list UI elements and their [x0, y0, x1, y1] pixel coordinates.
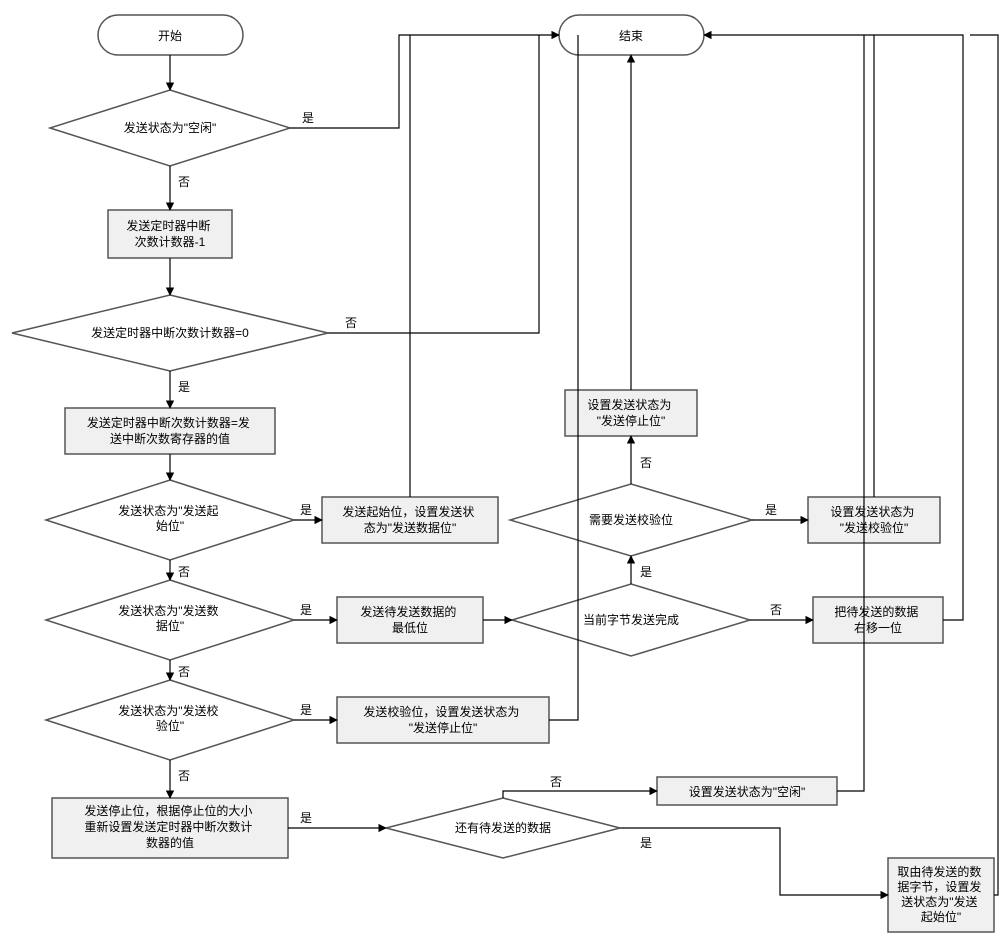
process-counter-reload-l2: 送中断次数寄存器的值 — [110, 431, 230, 446]
lbl-idle-no: 否 — [178, 175, 190, 189]
process-send-parity: 发送校验位，设置发送状态为 "发送停止位" — [337, 697, 549, 743]
dec-start-bit-l1: 发送状态为"发送起 — [118, 503, 218, 518]
start-label: 开始 — [158, 29, 182, 43]
decision-state-start-bit: 发送状态为"发送起 始位" — [46, 480, 294, 560]
proc-set-stop-l2: "发送停止位" — [597, 413, 666, 428]
process-shift-right: 把待发送的数据 右移一位 — [813, 597, 943, 643]
decision-state-idle-text: 发送状态为"空闲" — [124, 120, 217, 135]
lbl-moredata-no: 否 — [550, 775, 562, 789]
proc-set-stop-l1: 设置发送状态为 — [587, 397, 671, 412]
lbl-databit-no: 否 — [178, 665, 190, 679]
edge-moredata-no-setidle — [503, 791, 657, 798]
edge-fetch-up — [970, 35, 998, 895]
proc-set-parity-l1: 设置发送状态为 — [830, 504, 914, 519]
dec-data-bit-l2: 据位" — [156, 618, 184, 633]
decision-counter-zero-text: 发送定时器中断次数计数器=0 — [91, 325, 249, 340]
process-fetch-next: 取由待发送的数 据字节，设置发 送状态为"发送 起始位" — [888, 858, 994, 932]
lbl-zero-yes: 是 — [178, 380, 190, 394]
process-set-idle: 设置发送状态为"空闲" — [657, 777, 837, 805]
proc-send-parity-l2: "发送停止位" — [409, 720, 478, 735]
proc-fetch-l2: 据字节，设置发 — [897, 879, 981, 894]
process-set-stop: 设置发送状态为 "发送停止位" — [565, 390, 697, 436]
end-terminator: 结束 — [559, 15, 704, 55]
start-terminator: 开始 — [98, 15, 243, 55]
proc-send-stop-l1: 发送停止位，根据停止位的大小 — [84, 803, 252, 818]
proc-send-stop-l3: 数器的值 — [146, 835, 194, 850]
proc-send-parity-l1: 发送校验位，设置发送状态为 — [363, 704, 519, 719]
decision-state-data-bit: 发送状态为"发送数 据位" — [46, 580, 294, 660]
proc-send-start-l1: 发送起始位，设置发送状 — [342, 504, 474, 519]
proc-set-idle-text: 设置发送状态为"空闲" — [689, 784, 806, 799]
process-send-lowest: 发送待发送数据的 最低位 — [337, 597, 483, 643]
proc-send-start-l2: 态为"发送数据位" — [364, 520, 457, 535]
decision-byte-done-text: 当前字节发送完成 — [583, 612, 679, 627]
lbl-bytedone-yes: 是 — [640, 565, 652, 579]
decision-need-parity: 需要发送校验位 — [510, 484, 752, 556]
proc-shift-right-l1: 把待发送的数据 — [834, 604, 918, 619]
proc-fetch-l1: 取由待发送的数 — [897, 864, 981, 879]
decision-counter-zero: 发送定时器中断次数计数器=0 — [12, 295, 328, 371]
lbl-databit-yes: 是 — [300, 603, 312, 617]
process-counter-reload-l1: 发送定时器中断次数计数器=发 — [87, 415, 250, 430]
proc-shift-right-l2: 右移一位 — [854, 620, 902, 635]
decision-need-parity-text: 需要发送校验位 — [589, 512, 673, 527]
edge-moredata-yes-fetch — [620, 828, 888, 895]
decision-more-data-text: 还有待发送的数据 — [455, 820, 551, 835]
decision-byte-done: 当前字节发送完成 — [512, 584, 750, 656]
lbl-sendstop-yes: 是 — [300, 811, 312, 825]
edge-zero-no-up — [328, 35, 539, 333]
process-counter-dec-l2: 次数计数器-1 — [135, 234, 206, 249]
lbl-needparity-no: 否 — [640, 456, 652, 470]
lbl-idle-yes: 是 — [302, 111, 314, 125]
proc-send-lowest-l2: 最低位 — [392, 620, 428, 635]
dec-start-bit-l2: 始位" — [156, 518, 184, 533]
lbl-needparity-yes: 是 — [765, 503, 777, 517]
dec-data-bit-l1: 发送状态为"发送数 — [118, 603, 218, 618]
process-counter-dec-l1: 发送定时器中断 — [126, 218, 210, 233]
edge-setidle-up — [837, 35, 864, 791]
lbl-zero-no: 否 — [345, 316, 357, 330]
decision-state-idle: 发送状态为"空闲" — [50, 90, 290, 166]
lbl-bytedone-no: 否 — [770, 603, 782, 617]
process-counter-reload: 发送定时器中断次数计数器=发 送中断次数寄存器的值 — [65, 408, 275, 454]
proc-fetch-l3: 送状态为"发送 — [901, 894, 977, 909]
proc-send-stop-l2: 重新设置发送定时器中断次数计 — [84, 819, 252, 834]
process-set-parity: 设置发送状态为 "发送校验位" — [808, 497, 940, 543]
lbl-moredata-yes: 是 — [640, 836, 652, 850]
decision-state-check-bit: 发送状态为"发送校 验位" — [46, 680, 294, 760]
flowchart-canvas: 开始 结束 发送状态为"空闲" 发送定时器中断 次数计数器-1 发送定时器中断次… — [0, 0, 1000, 946]
proc-fetch-l4: 起始位" — [921, 909, 961, 924]
dec-check-bit-l1: 发送状态为"发送校 — [118, 703, 218, 718]
proc-set-parity-l2: "发送校验位" — [840, 520, 909, 535]
end-label: 结束 — [619, 29, 643, 43]
lbl-startbit-no: 否 — [178, 565, 190, 579]
process-send-stop-reset: 发送停止位，根据停止位的大小 重新设置发送定时器中断次数计 数器的值 — [52, 798, 288, 858]
decision-more-data: 还有待发送的数据 — [386, 798, 620, 858]
lbl-startbit-yes: 是 — [300, 503, 312, 517]
dec-check-bit-l2: 验位" — [156, 718, 184, 733]
lbl-checkbit-yes: 是 — [300, 703, 312, 717]
edge-idle-yes-end — [290, 35, 559, 128]
proc-send-lowest-l1: 发送待发送数据的 — [360, 604, 456, 619]
process-counter-dec: 发送定时器中断 次数计数器-1 — [108, 210, 232, 258]
process-send-start: 发送起始位，设置发送状 态为"发送数据位" — [322, 497, 498, 543]
lbl-checkbit-no: 否 — [178, 769, 190, 783]
